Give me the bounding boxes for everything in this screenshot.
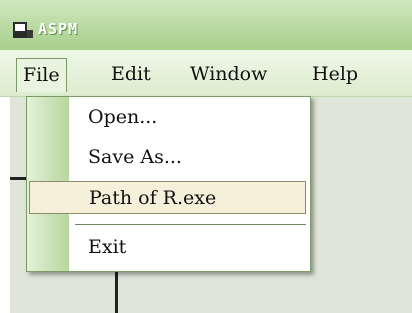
file-menu-dropdown: Open... Save As... Path of R.exe Exit	[26, 96, 311, 272]
menu-separator	[75, 224, 306, 228]
menu-window[interactable]: Window	[184, 58, 273, 91]
menu-bar: File Edit Window Help	[0, 50, 412, 97]
window-title: ASPM	[38, 20, 79, 38]
menu-item-exit[interactable]: Exit	[69, 231, 304, 264]
app-window-icon	[13, 22, 33, 38]
menu-item-open[interactable]: Open...	[69, 101, 304, 134]
menu-help[interactable]: Help	[306, 58, 364, 91]
menu-item-path-of-r[interactable]: Path of R.exe	[29, 181, 306, 214]
app-window: ASPM File Edit Window Help Open... Save …	[0, 0, 412, 313]
menu-file[interactable]: File	[16, 58, 67, 92]
menu-edit[interactable]: Edit	[105, 58, 157, 91]
menu-item-save-as[interactable]: Save As...	[69, 141, 304, 174]
title-bar[interactable]: ASPM	[0, 0, 412, 50]
